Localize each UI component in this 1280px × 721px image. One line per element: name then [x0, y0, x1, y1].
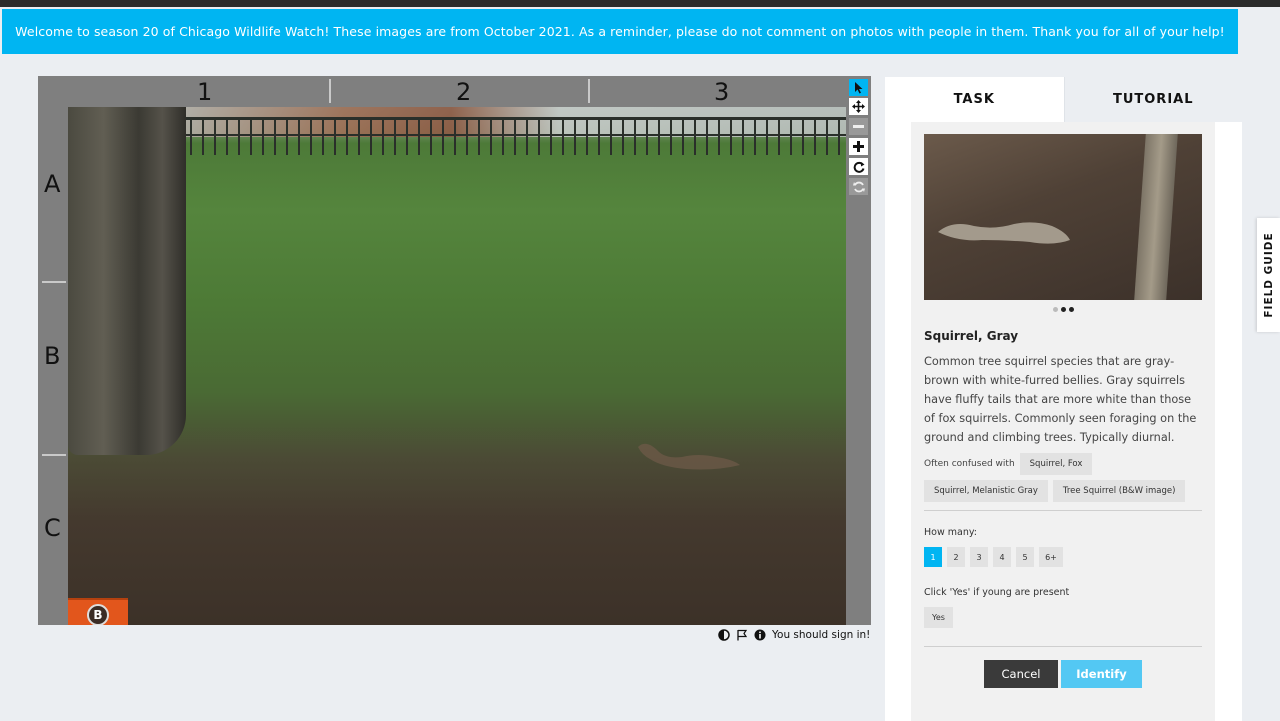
squirrel-in-example	[938, 222, 1070, 244]
action-buttons: Cancel Identify	[924, 660, 1202, 688]
grid-row-label: A	[44, 170, 61, 198]
species-name: Squirrel, Gray	[924, 329, 1019, 343]
subject-meta-bar: You should sign in!	[718, 627, 870, 643]
count-option-6plus[interactable]: 6+	[1039, 547, 1063, 567]
invert-contrast-icon[interactable]	[718, 629, 730, 641]
sponsor-logo: B	[68, 598, 128, 625]
count-option-4[interactable]: 4	[993, 547, 1011, 567]
viewer-toolbar	[846, 76, 871, 625]
young-yes-button[interactable]: Yes	[924, 607, 953, 628]
confused-with-chip[interactable]: Tree Squirrel (B&W image)	[1052, 480, 1186, 502]
task-panel: TASK TUTORIAL Squirrel, Gray Common tree…	[885, 77, 1242, 721]
count-option-3[interactable]: 3	[970, 547, 988, 567]
carousel-dot[interactable]	[1068, 307, 1074, 312]
tab-tutorial[interactable]: TUTORIAL	[1063, 77, 1242, 122]
move-icon[interactable]	[849, 98, 868, 115]
logo-badge: B	[87, 604, 109, 625]
grid-row-divider	[42, 454, 66, 456]
background-fence	[168, 117, 846, 155]
rotate-icon[interactable]	[849, 158, 868, 175]
carousel-dot[interactable]	[1052, 307, 1058, 312]
grid-row-divider	[42, 281, 66, 283]
divider	[924, 510, 1202, 511]
camera-trap-photo[interactable]	[68, 107, 846, 625]
cancel-button[interactable]: Cancel	[984, 660, 1058, 688]
grid-column-label: 2	[456, 78, 472, 106]
pointer-icon[interactable]	[849, 79, 868, 96]
field-guide-label: FIELD GUIDE	[1262, 232, 1275, 318]
tree-trunk	[1134, 134, 1178, 300]
species-detail: Squirrel, Gray Common tree squirrel spec…	[911, 122, 1215, 721]
grid-column-label: 3	[714, 78, 730, 106]
young-present-label: Click 'Yes' if young are present	[924, 587, 1070, 598]
confused-with-chip[interactable]: Squirrel, Melanistic Gray	[924, 480, 1048, 502]
tab-task[interactable]: TASK	[885, 77, 1064, 122]
subject-viewer[interactable]: 1 2 3 A B C B	[38, 76, 846, 625]
grid-row-label: B	[44, 342, 61, 370]
count-option-5[interactable]: 5	[1016, 547, 1034, 567]
top-strip	[0, 0, 1280, 7]
flag-icon[interactable]	[736, 629, 748, 641]
divider	[924, 646, 1202, 647]
panel-tabs: TASK TUTORIAL	[885, 77, 1242, 122]
confused-with-list: Often confused with Squirrel, Fox Squirr…	[924, 453, 1202, 502]
count-option-1[interactable]: 1	[924, 547, 942, 567]
confused-with-chip[interactable]: Squirrel, Fox	[1019, 453, 1093, 475]
identify-button[interactable]: Identify	[1061, 660, 1142, 688]
confused-with-label: Often confused with	[924, 459, 1015, 469]
reset-icon[interactable]	[849, 178, 868, 195]
banner-text: Welcome to season 20 of Chicago Wildlife…	[15, 24, 1225, 39]
zoom-in-icon[interactable]	[849, 138, 868, 155]
grid-row-label: C	[44, 514, 61, 542]
grid-column-divider	[588, 79, 590, 103]
carousel-dot-active[interactable]	[1060, 307, 1066, 312]
info-icon[interactable]	[754, 629, 766, 641]
announcement-banner: Welcome to season 20 of Chicago Wildlife…	[2, 9, 1238, 54]
how-many-label: How many:	[924, 527, 977, 538]
count-option-2[interactable]: 2	[947, 547, 965, 567]
species-description: Common tree squirrel species that are gr…	[924, 355, 1197, 444]
squirrel-in-photo	[638, 443, 740, 470]
grid-column-divider	[329, 79, 331, 103]
zoom-out-icon[interactable]	[849, 118, 868, 135]
count-selector: 1 2 3 4 5 6+	[924, 547, 1202, 567]
sign-in-prompt[interactable]: You should sign in!	[772, 629, 870, 641]
grid-column-label: 1	[197, 78, 213, 106]
field-guide-tab[interactable]: FIELD GUIDE	[1257, 218, 1280, 332]
species-example-image[interactable]	[924, 134, 1202, 300]
carousel-dots	[924, 307, 1202, 313]
tree-trunk	[68, 107, 186, 455]
